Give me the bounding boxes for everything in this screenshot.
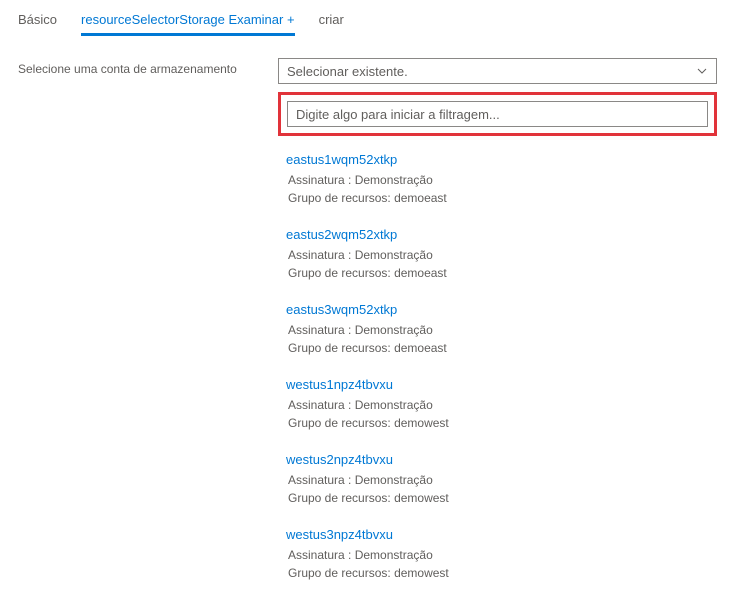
result-item[interactable]: westus3npz4tbvxu Assinatura : Demonstraçã… [282, 521, 713, 596]
result-resource-group: Grupo de recursos: demoeast [286, 191, 709, 205]
result-resource-group: Grupo de recursos: demoeast [286, 266, 709, 280]
result-subscription: Assinatura : Demonstração [286, 248, 709, 262]
result-item[interactable]: eastus2wqm52xtkp Assinatura : Demonstraçã… [282, 221, 713, 296]
dropdown-panel: eastus1wqm52xtkp Assinatura : Demonstraçã… [278, 92, 717, 596]
result-title: eastus1wqm52xtkp [286, 152, 709, 167]
result-resource-group: Grupo de recursos: demowest [286, 566, 709, 580]
result-title: westus3npz4tbvxu [286, 527, 709, 542]
result-title: eastus2wqm52xtkp [286, 227, 709, 242]
control-column: Selecionar existente. eastus1wqm52xtkp As… [278, 58, 717, 596]
select-existing-dropdown[interactable]: Selecionar existente. [278, 58, 717, 84]
result-resource-group: Grupo de recursos: demowest [286, 416, 709, 430]
results-list: eastus1wqm52xtkp Assinatura : Demonstraçã… [278, 146, 717, 596]
result-title: westus1npz4tbvxu [286, 377, 709, 392]
filter-highlight-box [278, 92, 717, 136]
result-resource-group: Grupo de recursos: demoeast [286, 341, 709, 355]
tab-bar: Básico resourceSelectorStorage Examinar … [0, 0, 735, 36]
result-item[interactable]: eastus3wqm52xtkp Assinatura : Demonstraçã… [282, 296, 713, 371]
label-select-storage-account: Selecione uma conta de armazenamento [18, 58, 278, 76]
result-subscription: Assinatura : Demonstração [286, 548, 709, 562]
result-title: westus2npz4tbvxu [286, 452, 709, 467]
tab-resource-selector-storage[interactable]: resourceSelectorStorage Examinar + [81, 8, 295, 36]
result-resource-group: Grupo de recursos: demowest [286, 491, 709, 505]
tab-basic[interactable]: Básico [18, 8, 57, 36]
result-title: eastus3wqm52xtkp [286, 302, 709, 317]
tab-create[interactable]: criar [319, 8, 344, 36]
select-placeholder-text: Selecionar existente. [287, 64, 408, 79]
form-row-storage-account: Selecione uma conta de armazenamento Sel… [0, 36, 735, 596]
filter-input[interactable] [287, 101, 708, 127]
chevron-down-icon [696, 65, 708, 77]
result-subscription: Assinatura : Demonstração [286, 323, 709, 337]
result-item[interactable]: westus2npz4tbvxu Assinatura : Demonstraçã… [282, 446, 713, 521]
result-subscription: Assinatura : Demonstração [286, 473, 709, 487]
result-item[interactable]: eastus1wqm52xtkp Assinatura : Demonstraçã… [282, 146, 713, 221]
result-item[interactable]: westus1npz4tbvxu Assinatura : Demonstraçã… [282, 371, 713, 446]
result-subscription: Assinatura : Demonstração [286, 173, 709, 187]
result-subscription: Assinatura : Demonstração [286, 398, 709, 412]
